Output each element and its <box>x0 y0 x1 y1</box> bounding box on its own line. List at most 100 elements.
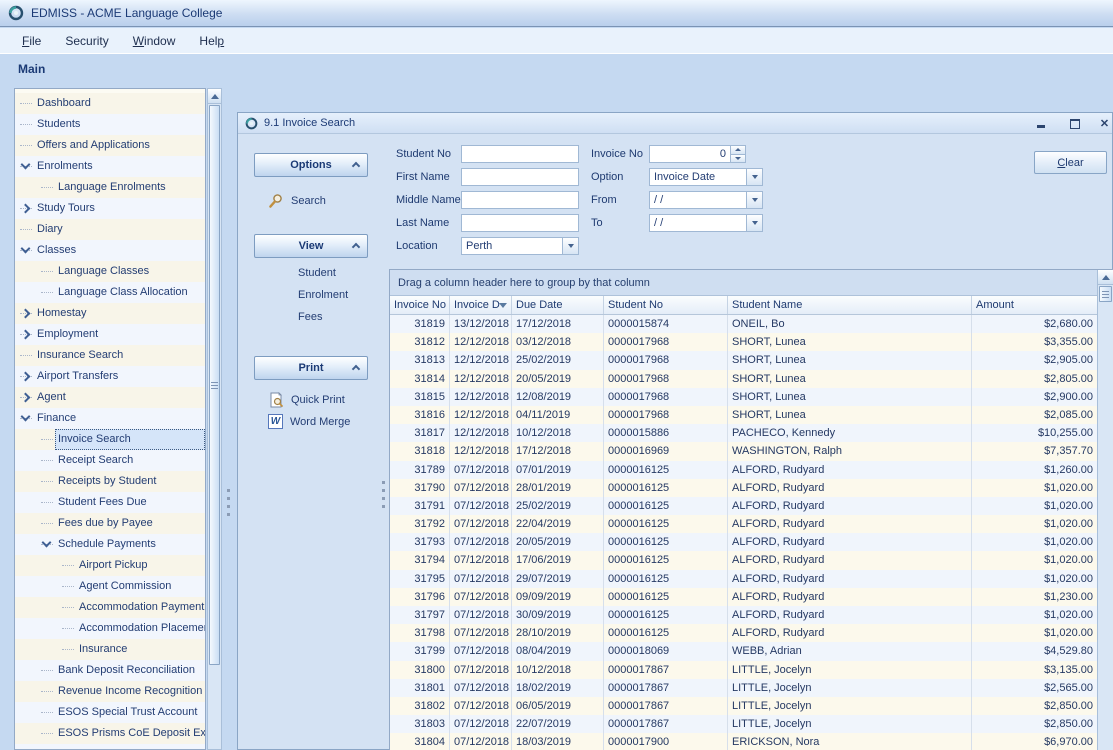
expand-arrow-icon[interactable] <box>20 309 29 318</box>
table-row[interactable]: 3180307/12/201822/07/20190000017867LITTL… <box>390 715 1098 733</box>
dropdown-arrow-icon[interactable] <box>746 215 762 231</box>
sidebar-item-fees-due-by-payee[interactable]: Fees due by Payee <box>15 513 205 534</box>
sidebar-item-homestay[interactable]: Homestay <box>15 303 205 324</box>
table-row[interactable]: 3181712/12/201810/12/20180000015886PACHE… <box>390 424 1098 442</box>
table-row[interactable]: 3179407/12/201817/06/20190000016125ALFOR… <box>390 551 1098 569</box>
sidebar-item-agent-commission[interactable]: Agent Commission <box>15 576 205 597</box>
expand-arrow-icon[interactable] <box>20 204 29 213</box>
sidebar-item-diary[interactable]: Diary <box>15 219 205 240</box>
sidebar-item-bank-deposit-reconciliation[interactable]: Bank Deposit Reconciliation <box>15 660 205 681</box>
table-row[interactable]: 3181612/12/201804/11/20190000017968SHORT… <box>390 406 1098 424</box>
collapse-arrow-icon[interactable] <box>20 162 29 171</box>
sidebar-item-classes[interactable]: Classes <box>15 240 205 261</box>
column-header-student-no[interactable]: Student No <box>604 296 728 314</box>
collapse-arrow-icon[interactable] <box>41 540 50 549</box>
sidebar-item-schedule-payments[interactable]: Schedule Payments <box>15 534 205 555</box>
table-row[interactable]: 3181412/12/201820/05/20190000017968SHORT… <box>390 370 1098 388</box>
menu-file[interactable]: File <box>10 31 53 51</box>
option-combo[interactable]: Invoice Date <box>649 168 763 186</box>
expand-arrow-icon[interactable] <box>20 330 29 339</box>
table-row[interactable]: 3181512/12/201812/08/20190000017968SHORT… <box>390 388 1098 406</box>
table-row[interactable]: 3179907/12/201808/04/20190000018069WEBB,… <box>390 642 1098 660</box>
sidebar-scroll-thumb[interactable] <box>209 105 220 665</box>
column-header-amount[interactable]: Amount <box>972 296 1098 314</box>
view-group-button[interactable]: View <box>254 234 368 258</box>
grid-scrollbar[interactable] <box>1097 270 1113 750</box>
menu-help[interactable]: Help <box>187 31 236 51</box>
menu-security[interactable]: Security <box>53 31 120 51</box>
sidebar-item-students[interactable]: Students <box>15 114 205 135</box>
minimize-button[interactable] <box>1033 116 1048 131</box>
column-header-student-name[interactable]: Student Name <box>728 296 972 314</box>
sidebar-item-dashboard[interactable]: Dashboard <box>15 93 205 114</box>
expand-arrow-icon[interactable] <box>20 372 29 381</box>
sidebar-item-accommodation-placement[interactable]: Accommodation Placement <box>15 618 205 639</box>
grid-scroll-thumb[interactable] <box>1099 286 1112 302</box>
restore-button[interactable] <box>1067 116 1082 131</box>
sidebar-item-student-fees-due[interactable]: Student Fees Due <box>15 492 205 513</box>
sidebar-item-enrolments[interactable]: Enrolments <box>15 156 205 177</box>
dropdown-arrow-icon[interactable] <box>562 238 578 254</box>
expand-arrow-icon[interactable] <box>20 393 29 402</box>
sidebar-item-language-classes[interactable]: Language Classes <box>15 261 205 282</box>
menu-window[interactable]: Window <box>121 31 188 51</box>
print-group-button[interactable]: Print <box>254 356 368 380</box>
sidebar-item-esos-special-trust-account[interactable]: ESOS Special Trust Account <box>15 702 205 723</box>
panel-splitter-handle[interactable] <box>382 481 385 511</box>
invoice-window-titlebar[interactable]: 9.1 Invoice Search ✕ <box>238 113 1112 134</box>
spin-down-icon[interactable] <box>731 154 745 163</box>
sidebar-item-esos-prisms-coe-deposit-export[interactable]: ESOS Prisms CoE Deposit Export <box>15 723 205 744</box>
sidebar-item-language-class-allocation[interactable]: Language Class Allocation <box>15 282 205 303</box>
spin-up-icon[interactable] <box>731 146 745 154</box>
clear-button[interactable]: Clear <box>1034 151 1107 174</box>
table-row[interactable]: 3179507/12/201829/07/20190000016125ALFOR… <box>390 570 1098 588</box>
sidebar-item-agent[interactable]: Agent <box>15 387 205 408</box>
column-header-due-date[interactable]: Due Date <box>512 296 604 314</box>
table-row[interactable]: 3180107/12/201818/02/20190000017867LITTL… <box>390 679 1098 697</box>
table-row[interactable]: 3179107/12/201825/02/20190000016125ALFOR… <box>390 497 1098 515</box>
sidebar-item-employment[interactable]: Employment <box>15 324 205 345</box>
search-button[interactable]: Search <box>268 193 326 209</box>
table-row[interactable]: 3181913/12/201817/12/20180000015874ONEIL… <box>390 315 1098 333</box>
table-row[interactable]: 3179007/12/201828/01/20190000016125ALFOR… <box>390 479 1098 497</box>
sidebar-item-revenue-income-recognition[interactable]: Revenue Income Recognition <box>15 681 205 702</box>
sidebar-item-airport-pickup[interactable]: Airport Pickup <box>15 555 205 576</box>
sidebar-splitter-handle[interactable] <box>227 489 230 519</box>
table-row[interactable]: 3179307/12/201820/05/20190000016125ALFOR… <box>390 533 1098 551</box>
word-merge-button[interactable]: W Word Merge <box>268 414 350 429</box>
sidebar-item-airport-transfers[interactable]: Airport Transfers <box>15 366 205 387</box>
table-row[interactable]: 3181212/12/201803/12/20180000017968SHORT… <box>390 333 1098 351</box>
table-row[interactable]: 3179707/12/201830/09/20190000016125ALFOR… <box>390 606 1098 624</box>
table-row[interactable]: 3178907/12/201807/01/20190000016125ALFOR… <box>390 461 1098 479</box>
first-name-input[interactable] <box>461 168 579 186</box>
sidebar-item-accommodation-payment[interactable]: Accommodation Payment <box>15 597 205 618</box>
group-by-panel[interactable]: Drag a column header here to group by th… <box>390 270 1098 296</box>
sidebar-item-receipt-search[interactable]: Receipt Search <box>15 450 205 471</box>
middle-name-input[interactable] <box>461 191 579 209</box>
dropdown-arrow-icon[interactable] <box>746 169 762 185</box>
column-header-invoice-no[interactable]: Invoice No <box>390 296 450 314</box>
sidebar-item-language-enrolments[interactable]: Language Enrolments <box>15 177 205 198</box>
location-combo[interactable]: Perth <box>461 237 579 255</box>
options-group-button[interactable]: Options <box>254 153 368 177</box>
sidebar-item-invoice-search[interactable]: Invoice Search <box>15 429 205 450</box>
table-row[interactable]: 3181812/12/201817/12/20180000016969WASHI… <box>390 442 1098 460</box>
view-enrolment-link[interactable]: Enrolment <box>298 289 348 301</box>
sidebar-item-study-tours[interactable]: Study Tours <box>15 198 205 219</box>
from-date-picker[interactable]: / / <box>649 191 763 209</box>
view-fees-link[interactable]: Fees <box>298 311 322 323</box>
column-header-invoice-d[interactable]: Invoice D <box>450 296 512 314</box>
table-row[interactable]: 3180207/12/201806/05/20190000017867LITTL… <box>390 697 1098 715</box>
sidebar-scroll-up-button[interactable] <box>208 89 221 104</box>
sidebar-item-offers-and-applications[interactable]: Offers and Applications <box>15 135 205 156</box>
last-name-input[interactable] <box>461 214 579 232</box>
sidebar-item-myob-export[interactable]: MYOB Export <box>15 744 205 750</box>
quick-print-button[interactable]: Quick Print <box>268 392 345 408</box>
grid-scroll-up-button[interactable] <box>1098 270 1113 285</box>
sidebar-scrollbar[interactable] <box>207 88 222 750</box>
table-row[interactable]: 3180007/12/201810/12/20180000017867LITTL… <box>390 661 1098 679</box>
invoice-no-spinner[interactable]: 0 <box>649 145 746 163</box>
sidebar-item-finance[interactable]: Finance <box>15 408 205 429</box>
table-row[interactable]: 3179607/12/201809/09/20190000016125ALFOR… <box>390 588 1098 606</box>
table-row[interactable]: 3180407/12/201818/03/20190000017900ERICK… <box>390 733 1098 750</box>
